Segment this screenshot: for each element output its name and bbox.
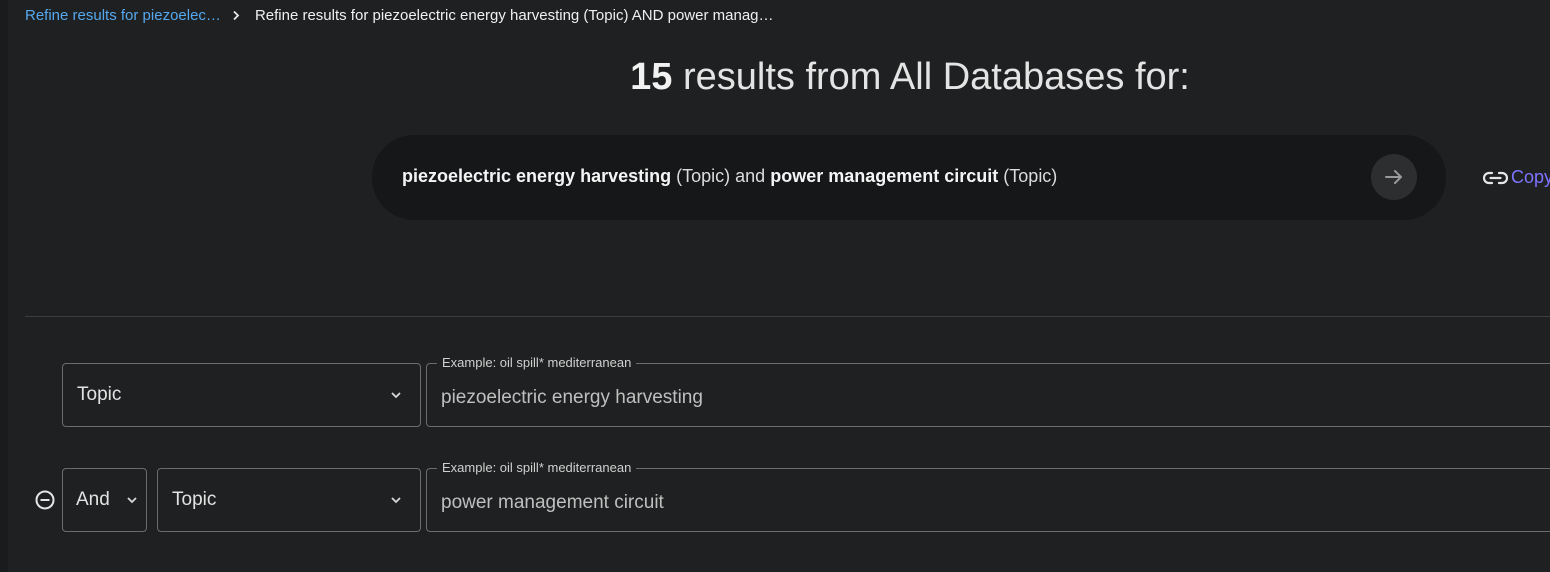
search-field-2-value: power management circuit: [441, 492, 664, 513]
query-term-2: power management circuit: [770, 166, 999, 186]
boolean-operator-select[interactable]: And: [62, 468, 147, 532]
field-select-1[interactable]: Topic: [62, 363, 421, 427]
query-summary-text: piezoelectric energy harvesting (Topic) …: [402, 166, 1057, 187]
query-field-1: (Topic): [676, 166, 731, 186]
results-headline: 15 results from All Databases for:: [0, 56, 1550, 99]
query-field-2: (Topic): [1003, 166, 1058, 186]
chevron-right-icon: [232, 10, 240, 21]
query-joiner: and: [735, 166, 766, 186]
breadcrumb: Refine results for piezoelec… Refine res…: [25, 5, 774, 25]
minus-circle-icon: [35, 490, 55, 510]
query-term-1: piezoelectric energy harvesting: [402, 166, 672, 186]
search-field-2[interactable]: Example: oil spill* mediterranean power …: [426, 460, 1550, 532]
boolean-operator-value: And: [76, 489, 110, 510]
chevron-down-icon: [391, 392, 401, 399]
field-select-1-value: Topic: [77, 384, 122, 405]
field-select-2-value: Topic: [172, 489, 217, 510]
search-field-1-placeholder: Example: oil spill* mediterranean: [437, 355, 637, 370]
arrow-right-icon: [1385, 170, 1402, 184]
remove-row-button[interactable]: [34, 489, 56, 511]
results-count: 15: [630, 56, 673, 98]
results-headline-text: results from All Databases for:: [682, 56, 1190, 98]
copy-label: Copy: [1511, 167, 1550, 187]
search-field-1-value: piezoelectric energy harvesting: [441, 387, 703, 408]
search-go-button[interactable]: [1371, 154, 1417, 200]
breadcrumb-current: Refine results for piezoelectric energy …: [254, 6, 774, 24]
search-field-1[interactable]: Example: oil spill* mediterranean piezoe…: [426, 355, 1550, 427]
section-divider: [25, 316, 1550, 317]
query-summary: piezoelectric energy harvesting (Topic) …: [372, 135, 1446, 220]
copy-query-link[interactable]: Copy: [1483, 167, 1550, 188]
chevron-down-icon: [391, 497, 401, 504]
search-field-2-placeholder: Example: oil spill* mediterranean: [437, 460, 637, 475]
breadcrumb-link[interactable]: Refine results for piezoelec…: [25, 7, 221, 24]
link-icon: [1483, 171, 1508, 184]
field-select-2[interactable]: Topic: [157, 468, 421, 532]
chevron-down-icon: [127, 497, 137, 504]
